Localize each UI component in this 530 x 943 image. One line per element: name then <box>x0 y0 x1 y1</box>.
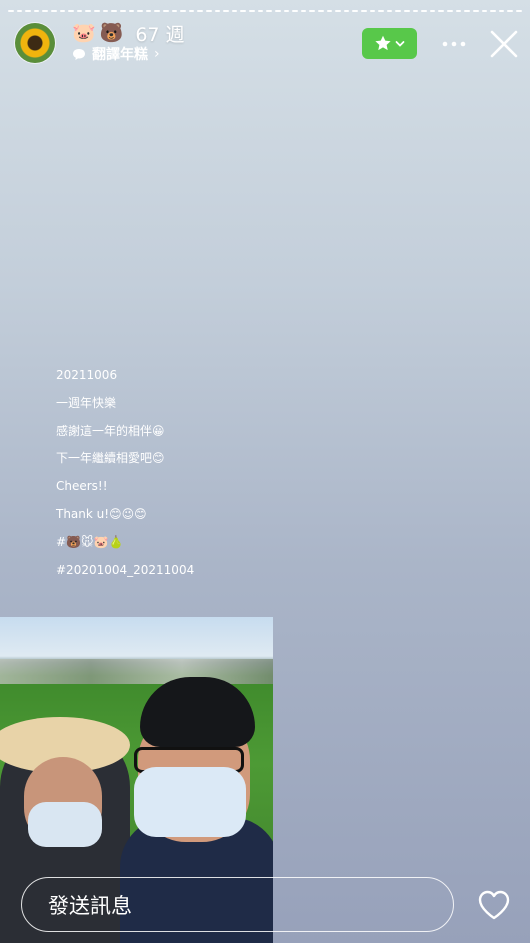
progress-segment <box>111 10 117 12</box>
progress-segment <box>300 10 307 12</box>
caption-line: 感謝這一年的相伴😀 <box>56 423 165 438</box>
progress-segment <box>404 10 410 12</box>
progress-segment <box>94 10 100 12</box>
story-progress-bar <box>8 10 522 12</box>
progress-segment <box>343 10 350 12</box>
subtitle-link[interactable]: 翻譯年糕 › <box>72 44 160 64</box>
progress-segment <box>51 10 57 12</box>
like-button[interactable] <box>477 889 511 921</box>
progress-segment <box>154 10 160 12</box>
progress-segment <box>481 10 488 12</box>
progress-segment <box>472 10 479 12</box>
progress-segment <box>395 10 402 12</box>
progress-segment <box>231 10 238 12</box>
avatar[interactable] <box>15 23 55 63</box>
progress-segment <box>206 10 212 12</box>
photo-mask-right <box>134 767 246 837</box>
user-title[interactable]: 🐷 🐻 67 週 <box>72 20 185 46</box>
progress-segment <box>85 10 92 12</box>
progress-segment <box>223 10 229 12</box>
progress-segment <box>59 10 66 12</box>
progress-segment <box>76 10 83 12</box>
progress-segment <box>274 10 281 12</box>
progress-segment <box>283 10 290 12</box>
progress-segment <box>412 10 419 12</box>
progress-segment <box>464 10 470 12</box>
progress-segment <box>145 10 152 12</box>
photo-mask-left <box>28 802 102 847</box>
user-emoji-pig: 🐷 <box>72 22 96 44</box>
progress-segment <box>8 10 14 12</box>
progress-segment <box>119 10 126 12</box>
progress-segment <box>335 10 341 12</box>
caption-line: Cheers!! <box>56 479 108 494</box>
photo-hair-right <box>140 677 255 747</box>
progress-segment <box>188 10 195 12</box>
more-button[interactable] <box>440 32 468 56</box>
caption-line: 一週年快樂 <box>56 395 117 410</box>
progress-segment <box>455 10 462 12</box>
progress-segment <box>317 10 324 12</box>
progress-segment <box>249 10 255 12</box>
progress-segment <box>171 10 178 12</box>
age-label: 67 週 <box>135 23 185 46</box>
progress-segment <box>421 10 427 12</box>
message-placeholder: 發送訊息 <box>48 893 132 918</box>
progress-segment <box>369 10 376 12</box>
progress-segment <box>25 10 31 12</box>
caption-line: 下一年繼續相愛吧😊 <box>56 451 165 466</box>
progress-segment <box>438 10 445 12</box>
progress-segment <box>447 10 453 12</box>
progress-segment <box>128 10 135 12</box>
heart-icon <box>478 890 510 920</box>
progress-segment <box>68 10 74 12</box>
favorite-button[interactable] <box>362 28 417 59</box>
progress-segment <box>292 10 298 12</box>
progress-segment <box>352 10 358 12</box>
chat-bubble-icon <box>73 48 85 60</box>
progress-segment <box>360 10 367 12</box>
progress-segment <box>490 10 496 12</box>
caption-line: #🐻🐭🐷🍐 <box>56 534 124 549</box>
progress-segment <box>386 10 393 12</box>
progress-segment <box>16 10 23 12</box>
progress-segment <box>507 10 513 12</box>
story-caption: 20211006 一週年快樂 感謝這一年的相伴😀 下一年繼續相愛吧😊 Cheer… <box>56 362 194 584</box>
progress-segment <box>429 10 436 12</box>
progress-segment <box>378 10 384 12</box>
progress-segment <box>214 10 221 12</box>
chevron-down-icon <box>395 40 405 47</box>
progress-segment <box>197 10 204 12</box>
progress-segment <box>162 10 169 12</box>
caption-line: Thank u!😊😉😊 <box>56 506 147 521</box>
progress-segment <box>498 10 505 12</box>
close-icon <box>490 30 518 58</box>
progress-segment <box>42 10 49 12</box>
more-icon <box>442 41 466 47</box>
chevron-right-icon: › <box>154 46 160 62</box>
progress-segment <box>137 10 143 12</box>
close-button[interactable] <box>488 28 520 60</box>
subtitle-text: 翻譯年糕 <box>92 47 148 63</box>
caption-line: #20201004_20211004 <box>56 562 195 577</box>
story-header: 🐷 🐻 67 週 翻譯年糕 › <box>0 20 530 70</box>
user-emoji-bear: 🐻 <box>99 22 124 44</box>
message-input[interactable]: 發送訊息 <box>21 877 454 932</box>
progress-segment <box>33 10 40 12</box>
progress-segment <box>309 10 315 12</box>
photo-background-town <box>0 659 273 684</box>
caption-line: 20211006 <box>56 368 118 382</box>
progress-segment <box>102 10 109 12</box>
progress-segment <box>257 10 264 12</box>
star-icon <box>375 35 391 51</box>
progress-segment <box>180 10 186 12</box>
progress-segment <box>240 10 247 12</box>
progress-segment <box>515 10 522 12</box>
progress-segment <box>266 10 272 12</box>
progress-segment <box>326 10 333 12</box>
